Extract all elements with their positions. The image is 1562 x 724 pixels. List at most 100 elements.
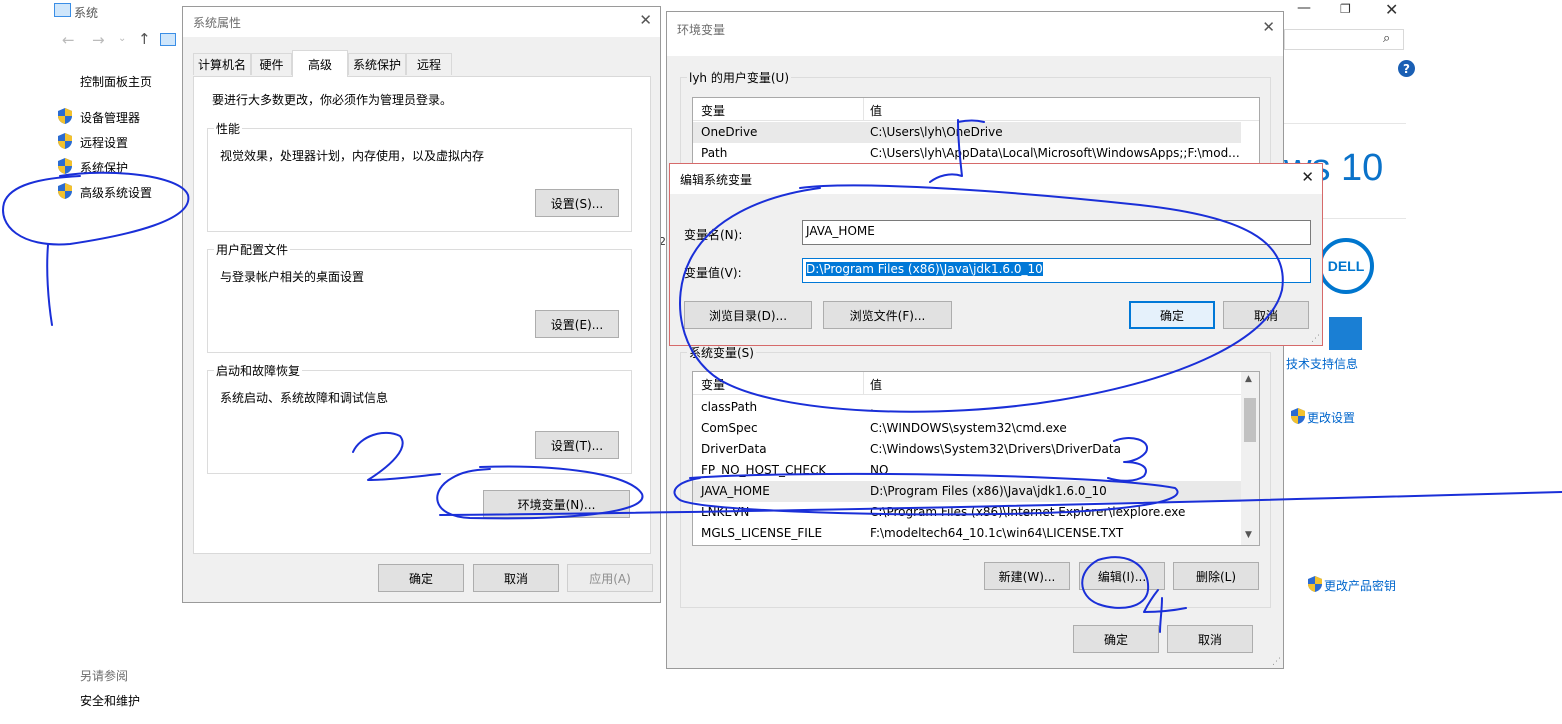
var-name: OneDrive bbox=[701, 125, 758, 139]
up-arrow-icon[interactable]: ↑ bbox=[138, 30, 151, 48]
group-description: 与登录帐户相关的桌面设置 bbox=[220, 270, 365, 284]
dialog-titlebar: 环境变量 ✕ bbox=[667, 12, 1283, 56]
system-variables-list[interactable]: 变量 值 classPath. ComSpec C:\WINDOWS\system… bbox=[692, 371, 1260, 546]
back-arrow-icon[interactable]: ← bbox=[62, 31, 75, 49]
cancel-button[interactable]: 取消 bbox=[1167, 625, 1253, 653]
resize-grip-icon[interactable]: ⋰ bbox=[1311, 334, 1320, 344]
cancel-button[interactable]: 取消 bbox=[473, 564, 559, 592]
shield-icon bbox=[58, 108, 72, 124]
performance-group: 性能 视觉效果，处理器计划，内存使用，以及虚拟内存 设置(S)... bbox=[207, 120, 632, 232]
close-icon[interactable]: ✕ bbox=[1301, 168, 1314, 186]
change-settings-link[interactable]: 更改设置 bbox=[1307, 409, 1355, 426]
var-value: . bbox=[870, 400, 874, 414]
dialog-titlebar: 系统属性 ✕ bbox=[183, 7, 660, 37]
group-label: 启动和故障恢复 bbox=[214, 362, 303, 379]
ok-button[interactable]: 确定 bbox=[1129, 301, 1215, 329]
shield-icon bbox=[1308, 576, 1322, 592]
table-row[interactable]: FP_NO_HOST_CHECK NO bbox=[693, 460, 1241, 481]
startup-settings-button[interactable]: 设置(T)... bbox=[535, 431, 619, 459]
help-icon[interactable]: ? bbox=[1398, 60, 1415, 77]
column-value[interactable]: 值 bbox=[870, 376, 882, 393]
startup-recovery-group: 启动和故障恢复 系统启动、系统故障和调试信息 设置(T)... bbox=[207, 362, 632, 474]
user-variables-list[interactable]: 变量 值 OneDrive C:\Users\lyh\OneDrive Path… bbox=[692, 97, 1260, 167]
table-row[interactable]: JAVA_HOME D:\Program Files (x86)\Java\jdk… bbox=[693, 481, 1241, 502]
column-divider bbox=[863, 98, 864, 120]
nav-remote-settings[interactable]: 远程设置 bbox=[80, 134, 128, 151]
search-icon[interactable]: ⌕ bbox=[1383, 31, 1390, 46]
resize-grip-icon[interactable]: ⋰ bbox=[1272, 657, 1281, 667]
scroll-up-icon[interactable]: ▲ bbox=[1245, 374, 1252, 384]
scroll-down-icon[interactable]: ▼ bbox=[1245, 530, 1252, 540]
dell-logo-text: DELL bbox=[1327, 258, 1365, 274]
column-value[interactable]: 值 bbox=[870, 102, 882, 119]
group-label: 性能 bbox=[214, 120, 243, 137]
column-variable[interactable]: 变量 bbox=[701, 376, 725, 393]
browse-file-button[interactable]: 浏览文件(F)... bbox=[823, 301, 952, 329]
var-name: MGLS_LICENSE_FILE bbox=[701, 526, 823, 540]
nav-device-manager[interactable]: 设备管理器 bbox=[80, 109, 140, 126]
cancel-button[interactable]: 取消 bbox=[1223, 301, 1309, 329]
table-row[interactable]: Path C:\Users\lyh\AppData\Local\Microsof… bbox=[693, 143, 1241, 164]
browse-directory-button[interactable]: 浏览目录(D)... bbox=[684, 301, 812, 329]
tab-panel: 要进行大多数更改，你必须作为管理员登录。 性能 视觉效果，处理器计划，内存使用，… bbox=[193, 76, 651, 554]
see-also-security-link[interactable]: 安全和维护 bbox=[80, 692, 140, 709]
tab-advanced[interactable]: 高级 bbox=[292, 50, 348, 77]
see-also-title: 另请参阅 bbox=[80, 669, 129, 683]
user-profiles-group: 用户配置文件 与登录帐户相关的桌面设置 设置(E)... bbox=[207, 241, 632, 353]
recent-dropdown-icon[interactable]: ⌄ bbox=[118, 33, 126, 44]
table-row[interactable]: OneDrive C:\Users\lyh\OneDrive bbox=[693, 122, 1241, 143]
var-name: classPath bbox=[701, 400, 758, 414]
change-product-key-link[interactable]: 更改产品密钥 bbox=[1324, 577, 1396, 594]
separator-line bbox=[1284, 123, 1406, 124]
group-description: 视觉效果，处理器计划，内存使用，以及虚拟内存 bbox=[220, 149, 485, 163]
table-row[interactable]: ComSpec C:\WINDOWS\system32\cmd.exe bbox=[693, 418, 1241, 439]
minimize-icon[interactable]: — bbox=[1297, 0, 1311, 16]
edit-variable-button[interactable]: 编辑(I)... bbox=[1079, 562, 1165, 590]
tab-remote[interactable]: 远程 bbox=[406, 53, 452, 75]
edit-system-variable-dialog: 编辑系统变量 ✕ 变量名(N): JAVA_HOME 变量值(V): D:\Pr… bbox=[669, 163, 1323, 346]
variable-name-field[interactable]: JAVA_HOME bbox=[802, 220, 1311, 245]
var-value: C:\Users\lyh\AppData\Local\Microsoft\Win… bbox=[870, 146, 1240, 160]
control-panel-home-link[interactable]: 控制面板主页 bbox=[80, 73, 152, 90]
var-value: C:\Windows\System32\Drivers\DriverData bbox=[870, 442, 1121, 456]
performance-settings-button[interactable]: 设置(S)... bbox=[535, 189, 619, 217]
list-header: 变量 值 bbox=[693, 98, 1259, 121]
dialog-titlebar: 编辑系统变量 ✕ bbox=[670, 164, 1322, 194]
maximize-icon[interactable]: ❐ bbox=[1340, 2, 1351, 16]
system-window-icon bbox=[54, 3, 71, 17]
apply-button[interactable]: 应用(A) bbox=[567, 564, 653, 592]
column-variable[interactable]: 变量 bbox=[701, 102, 725, 119]
admin-note: 要进行大多数更改，你必须作为管理员登录。 bbox=[212, 93, 453, 107]
table-row[interactable]: MGLS_LICENSE_FILE F:\modeltech64_10.1c\wi… bbox=[693, 523, 1241, 544]
tab-hardware[interactable]: 硬件 bbox=[251, 53, 292, 75]
scroll-thumb[interactable] bbox=[1244, 398, 1256, 442]
dialog-title: 编辑系统变量 bbox=[680, 173, 753, 187]
dell-logo: DELL bbox=[1318, 238, 1374, 294]
table-row[interactable]: DriverData C:\Windows\System32\Drivers\Dr… bbox=[693, 439, 1241, 460]
close-icon[interactable]: ✕ bbox=[1385, 0, 1398, 19]
close-icon[interactable]: ✕ bbox=[639, 11, 652, 29]
close-icon[interactable]: ✕ bbox=[1262, 18, 1275, 36]
forward-arrow-icon[interactable]: → bbox=[92, 31, 105, 49]
shield-icon bbox=[58, 183, 72, 199]
tab-system-protection[interactable]: 系统保护 bbox=[348, 53, 406, 75]
list-header: 变量 值 bbox=[693, 372, 1259, 395]
support-info-link[interactable]: 技术支持信息 bbox=[1286, 355, 1358, 372]
tab-computer-name[interactable]: 计算机名 bbox=[193, 53, 251, 75]
table-row[interactable]: classPath. bbox=[693, 397, 1241, 418]
var-name: Path bbox=[701, 146, 728, 160]
table-row[interactable]: LNKEVN C:\Program Files (x86)\Internet Ex… bbox=[693, 502, 1241, 523]
ink-digit-1 bbox=[46, 244, 53, 326]
delete-variable-button[interactable]: 删除(L) bbox=[1173, 562, 1259, 590]
ok-button[interactable]: 确定 bbox=[1073, 625, 1159, 653]
var-name: LNKEVN bbox=[701, 505, 750, 519]
scrollbar[interactable]: ▲ ▼ bbox=[1241, 372, 1259, 545]
nav-system-protection[interactable]: 系统保护 bbox=[80, 159, 128, 176]
shield-icon bbox=[58, 158, 72, 174]
environment-variables-button[interactable]: 环境变量(N)... bbox=[483, 490, 630, 518]
nav-advanced-system-settings[interactable]: 高级系统设置 bbox=[80, 184, 152, 201]
ok-button[interactable]: 确定 bbox=[378, 564, 464, 592]
variable-value-field[interactable]: D:\Program Files (x86)\Java\jdk1.6.0_10 bbox=[802, 258, 1311, 283]
new-variable-button[interactable]: 新建(W)... bbox=[984, 562, 1070, 590]
user-profile-settings-button[interactable]: 设置(E)... bbox=[535, 310, 619, 338]
